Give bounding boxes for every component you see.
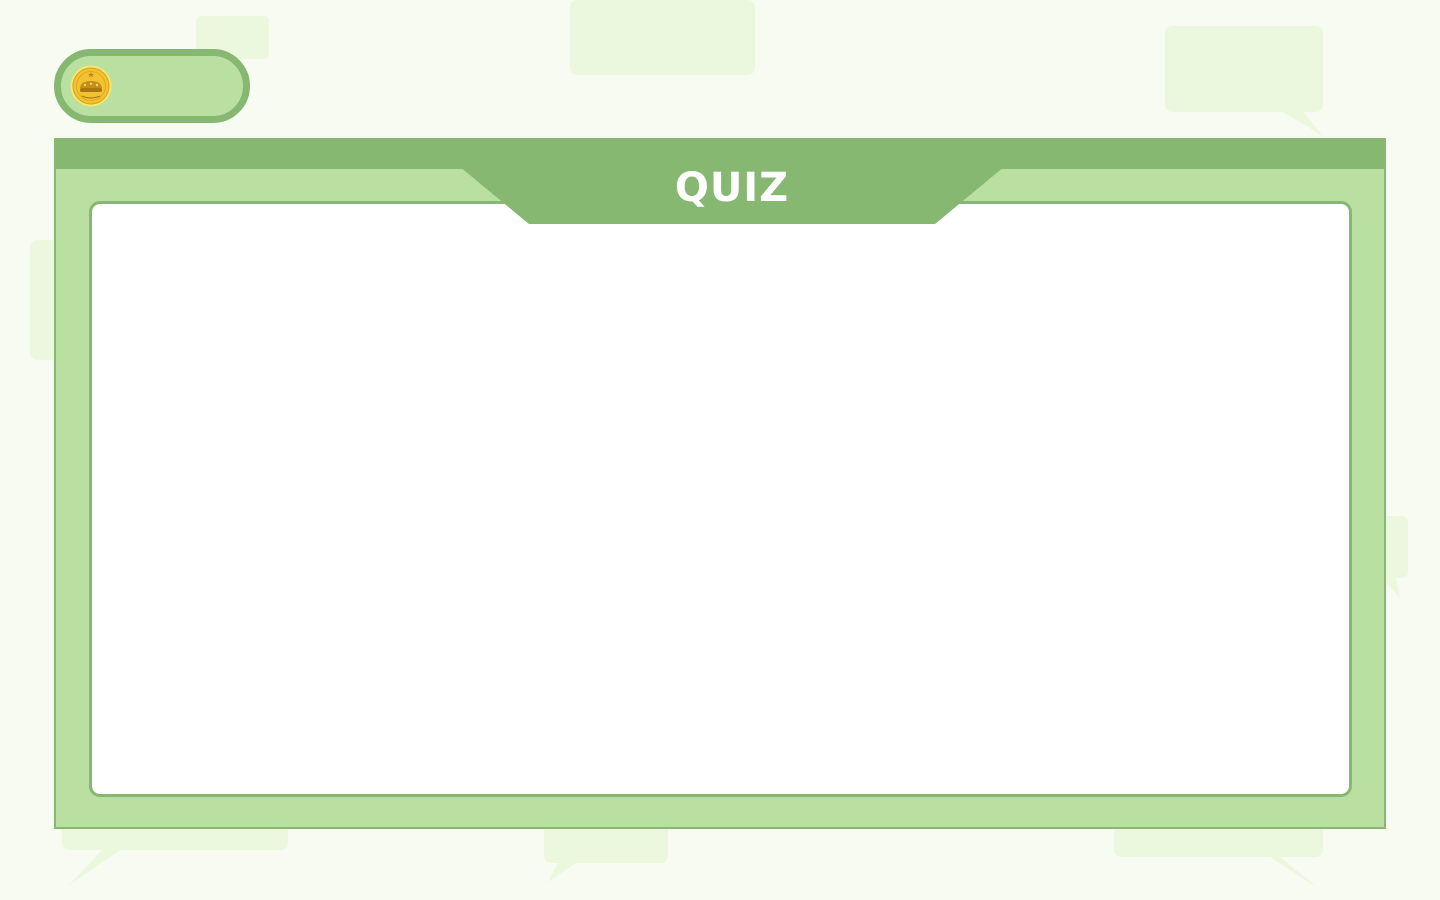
background-bubble-7	[544, 820, 668, 882]
coin-balance-pill[interactable]	[54, 49, 250, 123]
background-bubble-3	[1165, 26, 1323, 136]
background-bubble-8	[1114, 820, 1323, 888]
quiz-content-area	[89, 201, 1352, 797]
quiz-title: QUIZ	[674, 165, 790, 211]
quiz-panel: QUIZ	[54, 138, 1386, 829]
background-bubble-1	[570, 0, 755, 104]
background-bubble-6	[62, 820, 288, 886]
coin-icon	[70, 65, 112, 107]
quiz-title-tab: QUIZ	[462, 140, 1002, 224]
